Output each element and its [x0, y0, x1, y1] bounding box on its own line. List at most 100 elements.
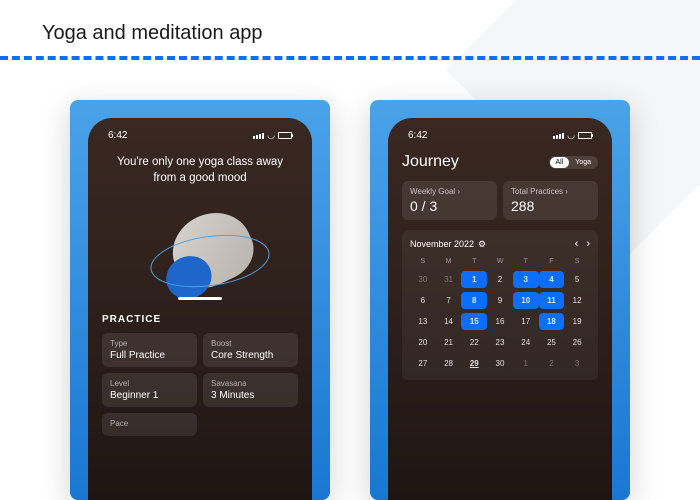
calendar-dow: T [461, 256, 487, 267]
calendar-day[interactable]: 6 [410, 292, 436, 309]
calendar-day[interactable]: 13 [410, 313, 436, 330]
calendar-dow: M [436, 256, 462, 267]
calendar-nav: ‹ › [575, 238, 590, 250]
gear-icon[interactable]: ⚙ [478, 239, 486, 250]
phone-screen-2: 6:42 ◡ Journey All Yoga Weekly Goal 0 / … [388, 118, 612, 500]
calendar-dow: F [539, 256, 565, 267]
phone-mockup-2: 6:42 ◡ Journey All Yoga Weekly Goal 0 / … [370, 100, 630, 500]
calendar-day[interactable]: 12 [564, 292, 590, 309]
weekly-goal-card[interactable]: Weekly Goal 0 / 3 [402, 181, 497, 220]
journey-header: Journey All Yoga [402, 153, 598, 171]
divider-dashed [0, 56, 700, 60]
calendar-day[interactable]: 2 [487, 271, 513, 288]
practice-heading: PRACTICE [102, 314, 298, 325]
practice-card-label: Boost [211, 339, 290, 348]
drag-handle[interactable] [178, 297, 222, 300]
status-icons: ◡ [253, 130, 292, 141]
calendar-day[interactable]: 10 [513, 292, 539, 309]
phone-screen-1: 6:42 ◡ You're only one yoga class away f… [88, 118, 312, 500]
calendar-day[interactable]: 7 [436, 292, 462, 309]
calendar-day[interactable]: 23 [487, 334, 513, 351]
signal-icon [253, 133, 264, 139]
calendar-day[interactable]: 1 [461, 271, 487, 288]
chevron-left-icon[interactable]: ‹ [575, 238, 579, 250]
status-bar: 6:42 ◡ [402, 128, 598, 143]
toggle-yoga[interactable]: Yoga [569, 157, 597, 168]
calendar-day[interactable]: 3 [513, 271, 539, 288]
stats-row: Weekly Goal 0 / 3 Total Practices 288 [402, 181, 598, 220]
status-time: 6:42 [408, 130, 427, 141]
calendar-day[interactable]: 31 [436, 271, 462, 288]
practice-card[interactable]: BoostCore Strength [203, 333, 298, 367]
calendar-header: November 2022 ⚙ ‹ › [410, 238, 590, 250]
calendar-day[interactable]: 9 [487, 292, 513, 309]
toggle-all[interactable]: All [550, 157, 570, 168]
battery-icon [578, 132, 592, 139]
calendar-day[interactable]: 29 [461, 355, 487, 372]
calendar-dow: W [487, 256, 513, 267]
calendar-month[interactable]: November 2022 ⚙ [410, 239, 486, 250]
calendar-day[interactable]: 17 [513, 313, 539, 330]
weekly-goal-label: Weekly Goal [410, 187, 489, 196]
calendar-day[interactable]: 30 [410, 271, 436, 288]
calendar-day[interactable]: 28 [436, 355, 462, 372]
calendar-day[interactable]: 24 [513, 334, 539, 351]
phone-mockup-1: 6:42 ◡ You're only one yoga class away f… [70, 100, 330, 500]
calendar-day[interactable]: 3 [564, 355, 590, 372]
calendar-day[interactable]: 11 [539, 292, 565, 309]
calendar-grid: SMTWTFS303112345678910111213141516171819… [410, 256, 590, 372]
calendar-day[interactable]: 14 [436, 313, 462, 330]
chevron-right-icon[interactable]: › [586, 238, 590, 250]
hero-image [102, 204, 298, 300]
phones-row: 6:42 ◡ You're only one yoga class away f… [0, 100, 700, 500]
calendar-day[interactable]: 4 [539, 271, 565, 288]
practice-card-value: Beginner 1 [110, 390, 189, 401]
status-bar: 6:42 ◡ [102, 128, 298, 143]
calendar-day[interactable]: 21 [436, 334, 462, 351]
calendar-day[interactable]: 25 [539, 334, 565, 351]
practice-card-value: 3 Minutes [211, 390, 290, 401]
calendar-day[interactable]: 19 [564, 313, 590, 330]
calendar-day[interactable]: 20 [410, 334, 436, 351]
battery-icon [278, 132, 292, 139]
status-icons: ◡ [553, 130, 592, 141]
calendar-day[interactable]: 27 [410, 355, 436, 372]
practice-card[interactable]: Pace [102, 413, 197, 436]
tagline: You're only one yoga class away from a g… [108, 155, 292, 186]
wifi-icon: ◡ [567, 130, 575, 141]
practice-card[interactable]: Level Beginner 1 [102, 373, 197, 407]
total-value: 288 [511, 198, 590, 214]
practice-card-label: Level [110, 379, 189, 388]
practice-card[interactable]: Type Full Practice [102, 333, 197, 367]
calendar-day[interactable]: 5 [564, 271, 590, 288]
weekly-goal-value: 0 / 3 [410, 198, 489, 214]
total-practices-card[interactable]: Total Practices 288 [503, 181, 598, 220]
practice-card-value: Full Practice [110, 350, 189, 361]
practice-card[interactable]: Savasana 3 Minutes [203, 373, 298, 407]
calendar-day[interactable]: 22 [461, 334, 487, 351]
practice-card-label: Type [110, 339, 189, 348]
calendar-day[interactable]: 2 [539, 355, 565, 372]
calendar-dow: S [410, 256, 436, 267]
calendar-day[interactable]: 16 [487, 313, 513, 330]
practice-grid: TypeFull PracticeBoostCore StrengthLevel… [102, 333, 298, 436]
calendar: November 2022 ⚙ ‹ › SMTWTFS3031123456789… [402, 230, 598, 380]
calendar-day[interactable]: 18 [539, 313, 565, 330]
calendar-day[interactable]: 1 [513, 355, 539, 372]
month-label: November 2022 [410, 239, 474, 249]
status-time: 6:42 [108, 130, 127, 141]
calendar-dow: S [564, 256, 590, 267]
journey-title: Journey [402, 153, 459, 171]
calendar-day[interactable]: 8 [461, 292, 487, 309]
calendar-day[interactable]: 15 [461, 313, 487, 330]
calendar-day[interactable]: 26 [564, 334, 590, 351]
practice-card-label: Pace [110, 419, 189, 428]
calendar-dow: T [513, 256, 539, 267]
signal-icon [553, 133, 564, 139]
total-label: Total Practices [511, 187, 590, 196]
calendar-day[interactable]: 30 [487, 355, 513, 372]
page-title: Yoga and meditation app [42, 22, 263, 45]
wifi-icon: ◡ [267, 130, 275, 141]
filter-toggle[interactable]: All Yoga [549, 156, 599, 169]
practice-card-label: Savasana [211, 379, 290, 388]
